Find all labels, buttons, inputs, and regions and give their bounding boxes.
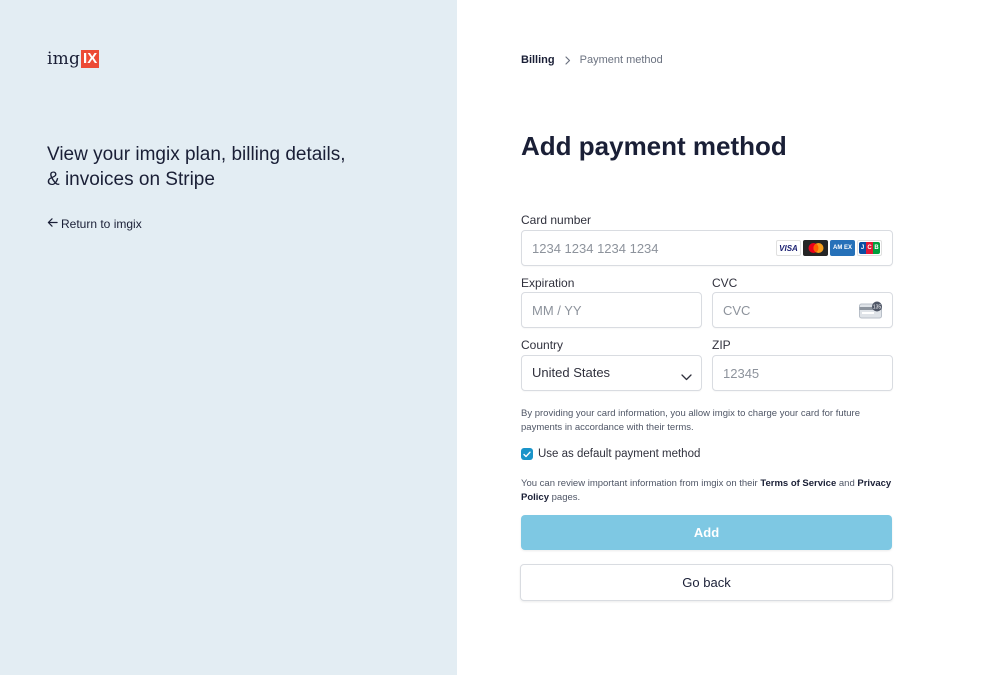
country-label: Country [521,338,564,352]
cvc-field[interactable]: 135 [712,292,893,328]
imgix-logo[interactable]: img IX [47,49,100,69]
breadcrumb-billing[interactable]: Billing [521,54,555,66]
terms-of-service-link[interactable]: Terms of Service [760,478,836,489]
mastercard-icon [803,240,828,256]
card-brands: VISA AM EX JCB [776,240,882,256]
default-payment-label[interactable]: Use as default payment method [538,448,700,460]
add-button[interactable]: Add [521,515,892,550]
page-title: Add payment method [521,131,787,161]
cvc-icon-number: 135 [873,304,882,310]
return-link[interactable]: Return to imgix [47,217,142,231]
cvc-label: CVC [712,276,738,290]
chevron-right-icon [565,55,571,65]
info-suffix: pages. [549,491,581,503]
country-select[interactable]: United States [521,355,702,391]
default-payment-row: Use as default payment method [521,448,700,460]
card-number-field[interactable]: VISA AM EX JCB [521,230,893,266]
go-back-button[interactable]: Go back [520,564,893,601]
checkmark-icon [523,451,531,457]
expiration-input[interactable] [532,293,658,327]
arrow-left-icon [47,217,58,231]
chevron-down-icon [681,368,692,386]
info-prefix: You can review important information fro… [521,478,761,489]
logo-text: img [47,49,81,69]
zip-field[interactable] [712,355,893,391]
breadcrumb-current: Payment method [579,54,663,66]
default-payment-checkbox[interactable] [521,448,533,460]
jcb-icon: JCB [857,240,882,256]
zip-label: ZIP [712,338,731,352]
info-and: and [836,478,858,489]
sidebar-tagline: View your imgix plan, billing details, &… [47,144,346,190]
left-panel: img IX View your imgix plan, billing det… [0,0,457,675]
consent-text: By providing your card information, you … [521,408,860,433]
card-number-label: Card number [521,213,592,227]
return-link-label: Return to imgix [61,217,142,231]
zip-input[interactable] [723,356,849,390]
card-cvc-icon: 135 [859,301,883,324]
card-number-input[interactable] [532,231,791,265]
info-text: You can review important information fro… [521,477,893,504]
country-value: United States [532,365,611,380]
expiration-label: Expiration [521,276,575,290]
logo-badge: IX [81,50,100,68]
expiration-field[interactable] [521,292,702,328]
breadcrumb: Billing Payment method [521,54,663,66]
cvc-input[interactable] [723,293,849,327]
visa-icon: VISA [776,240,801,256]
amex-icon: AM EX [830,240,855,256]
